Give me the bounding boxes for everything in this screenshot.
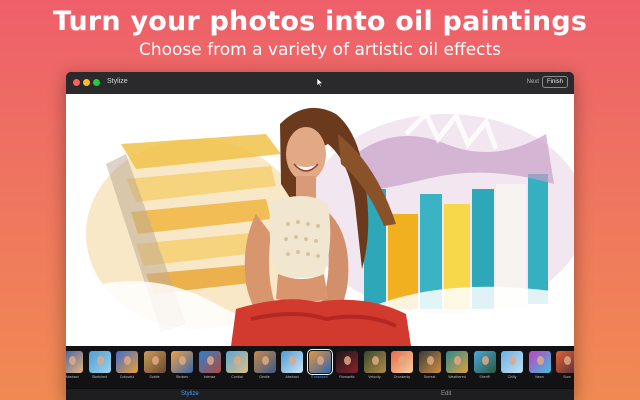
thumbnail-portrait	[289, 356, 296, 365]
style-thumbnail[interactable]	[501, 351, 523, 373]
finish-button[interactable]: Finish	[541, 76, 568, 88]
style-thumbnail-label: Subtle	[149, 375, 160, 379]
headline: Turn your photos into oil paintings	[52, 6, 588, 37]
style-thumbnail[interactable]	[418, 351, 441, 373]
style-thumbnail[interactable]	[198, 351, 221, 373]
style-thumbnail-label: Enhanced	[311, 375, 328, 379]
style-thumbnail-label: Neon	[535, 375, 544, 379]
thumbnail-portrait	[481, 356, 489, 365]
style-thumbnail[interactable]	[171, 351, 193, 373]
thumbnail-portrait	[536, 356, 544, 365]
mouse-cursor-icon	[316, 78, 324, 87]
style-thumbnail[interactable]	[556, 351, 574, 373]
style-thumbnail[interactable]	[88, 351, 111, 373]
style-thumbnail-label: Weathered	[448, 375, 466, 379]
style-thumbnail-label: Romantic	[339, 375, 355, 379]
tab-stylize[interactable]: Stylize	[181, 391, 199, 397]
zoom-window-button[interactable]	[93, 79, 100, 86]
thumbnail-portrait	[69, 356, 76, 365]
next-button[interactable]: Next	[524, 78, 542, 86]
thumbnail-portrait	[179, 356, 186, 365]
style-thumbnail[interactable]	[66, 351, 83, 373]
style-thumbnail-label: Strokes	[175, 375, 189, 379]
window-titlebar: Stylize Next Finish	[66, 72, 574, 95]
oil-painting-preview	[66, 107, 574, 346]
style-thumbnail[interactable]	[281, 351, 303, 373]
thumbnail-portrait	[234, 356, 241, 365]
subheadline: Choose from a variety of artistic oil ef…	[138, 40, 502, 60]
style-thumbnail-label: Surreal	[423, 375, 436, 379]
style-thumbnail-label: Abstract	[66, 375, 79, 379]
style-thumbnail-label: Chilly	[507, 375, 517, 379]
style-thumbnail-label: Drunkenly	[393, 375, 411, 379]
style-thumbnail[interactable]	[336, 351, 358, 373]
thumbnail-portrait	[564, 356, 571, 365]
style-thumbnail[interactable]	[528, 351, 551, 373]
style-thumbnail-label: Velocity	[368, 375, 381, 379]
thumbnail-portrait	[454, 356, 461, 365]
thumbnail-portrait	[124, 356, 131, 365]
style-thumbnail-label: Intense	[203, 375, 216, 379]
close-window-button[interactable]	[73, 79, 80, 86]
style-thumbnail[interactable]	[143, 351, 166, 373]
thumbnail-portrait	[371, 356, 379, 365]
style-thumbnail-strip[interactable]: Abstract Sketched Colourful Subtle Strokes In…	[66, 346, 574, 388]
style-thumbnail[interactable]	[473, 351, 496, 373]
style-thumbnail[interactable]	[253, 351, 276, 373]
style-thumbnail[interactable]	[391, 351, 413, 373]
thumbnail-portrait	[399, 356, 406, 365]
thumbnail-portrait	[344, 356, 351, 365]
thumbnail-portrait	[426, 356, 434, 365]
window-title: Stylize	[107, 78, 128, 85]
bottom-tab-bar: Stylize Edit	[66, 388, 574, 400]
style-thumbnail-label: Abstract	[285, 375, 299, 379]
style-thumbnail[interactable]	[306, 349, 333, 375]
thumbnail-portrait	[96, 356, 104, 365]
style-thumbnail-label: Sunr	[563, 375, 571, 379]
style-thumbnail-label: Sheriff	[479, 375, 490, 379]
style-thumbnail[interactable]	[446, 351, 468, 373]
style-thumbnail[interactable]	[363, 351, 386, 373]
minimize-window-button[interactable]	[83, 79, 90, 86]
style-thumbnail-label: Cordial	[231, 375, 243, 379]
thumbnail-portrait	[261, 356, 269, 365]
thumbnail-portrait	[509, 356, 516, 365]
style-thumbnail-label: Colourful	[119, 375, 135, 379]
photo-canvas[interactable]	[66, 94, 574, 346]
style-thumbnail-label: Gentle	[259, 375, 270, 379]
thumbnail-portrait	[316, 356, 324, 365]
app-window: Stylize Next Finish Abstract Sketched Co…	[66, 72, 574, 400]
style-thumbnail[interactable]	[116, 351, 138, 373]
tab-edit[interactable]: Edit	[441, 391, 451, 397]
thumbnail-portrait	[151, 356, 159, 365]
style-thumbnail-label: Sketched	[92, 375, 107, 379]
thumbnail-portrait	[206, 356, 214, 365]
style-thumbnail[interactable]	[226, 351, 248, 373]
